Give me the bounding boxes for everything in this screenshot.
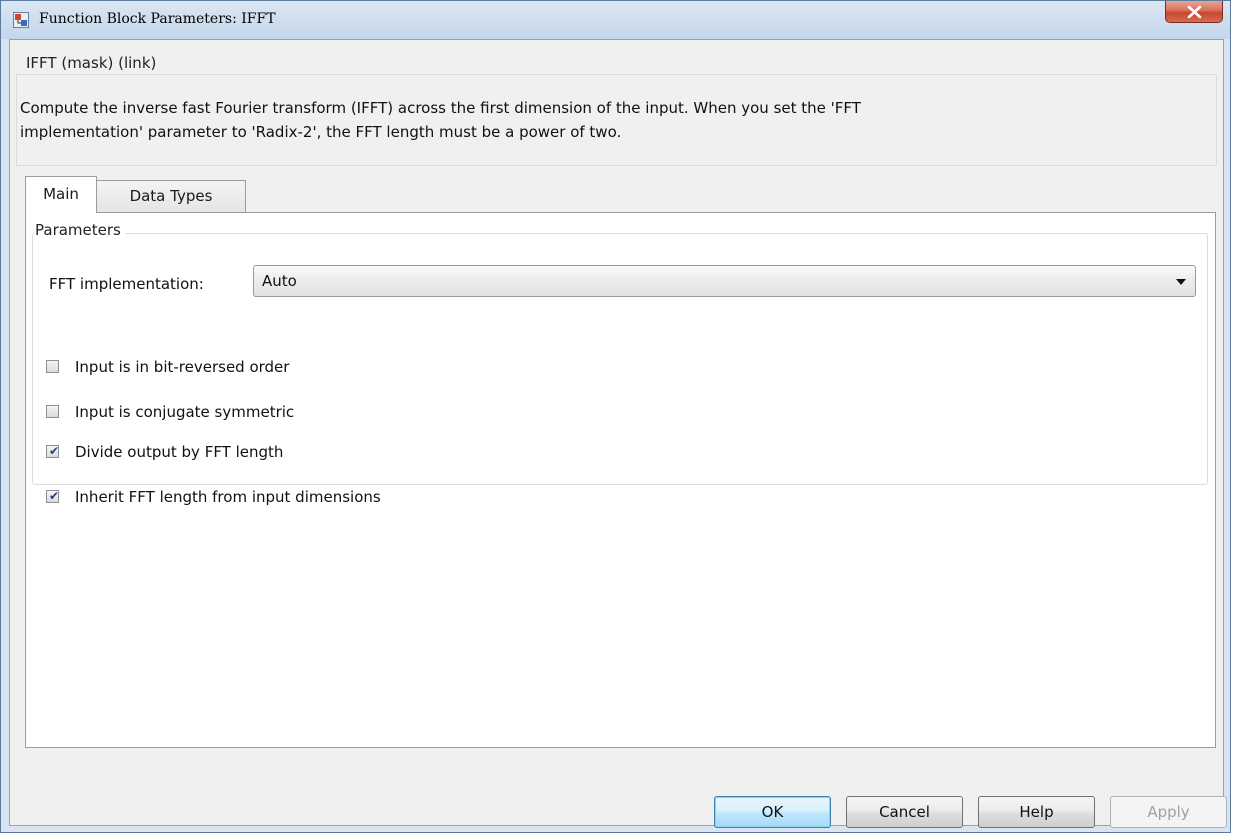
tab-panel-main: Parameters FFT implementation: Auto Inpu…	[25, 212, 1216, 748]
parameters-legend: Parameters	[35, 221, 125, 239]
description-line-2: implementation' parameter to 'Radix-2', …	[20, 123, 622, 141]
fft-implementation-value: Auto	[262, 272, 297, 290]
fft-implementation-dropdown[interactable]: Auto	[253, 265, 1196, 297]
tab-data-types[interactable]: Data Types	[97, 180, 246, 212]
help-button[interactable]: Help	[978, 796, 1095, 828]
checkbox-label: Inherit FFT length from input dimensions	[75, 488, 381, 506]
description-line-1: Compute the inverse fast Fourier transfo…	[20, 99, 861, 117]
simulink-block-icon	[13, 12, 29, 28]
close-icon	[1187, 5, 1202, 19]
checkbox-label: Input is conjugate symmetric	[75, 403, 295, 421]
checkbox-box[interactable]: ✔	[46, 444, 60, 458]
checkbox-box[interactable]	[46, 405, 59, 418]
chevron-down-icon	[1176, 279, 1186, 285]
checkbox-label: Input is in bit-reversed order	[75, 358, 290, 376]
close-button[interactable]	[1165, 1, 1223, 23]
checkbox-box[interactable]: ✔	[46, 489, 60, 503]
fft-implementation-label: FFT implementation:	[49, 275, 204, 293]
description-legend: IFFT (mask) (link)	[26, 54, 161, 72]
checkmark-icon: ✔	[49, 444, 60, 458]
dialog-client-area: IFFT (mask) (link) Compute the inverse f…	[9, 39, 1227, 828]
tab-main[interactable]: Main	[25, 176, 97, 213]
tab-bar: Main Data Types	[25, 176, 425, 213]
description-text: Compute the inverse fast Fourier transfo…	[20, 96, 1180, 144]
apply-button[interactable]: Apply	[1110, 796, 1227, 828]
checkmark-icon: ✔	[49, 489, 60, 503]
checkbox-label: Divide output by FFT length	[75, 443, 284, 461]
dialog-window: Function Block Parameters: IFFT IFFT (ma…	[0, 0, 1231, 833]
window-title: Function Block Parameters: IFFT	[39, 11, 276, 27]
title-bar[interactable]: Function Block Parameters: IFFT	[1, 1, 1230, 39]
ok-button[interactable]: OK	[714, 796, 831, 828]
checkbox-box[interactable]	[46, 360, 59, 373]
cancel-button[interactable]: Cancel	[846, 796, 963, 828]
